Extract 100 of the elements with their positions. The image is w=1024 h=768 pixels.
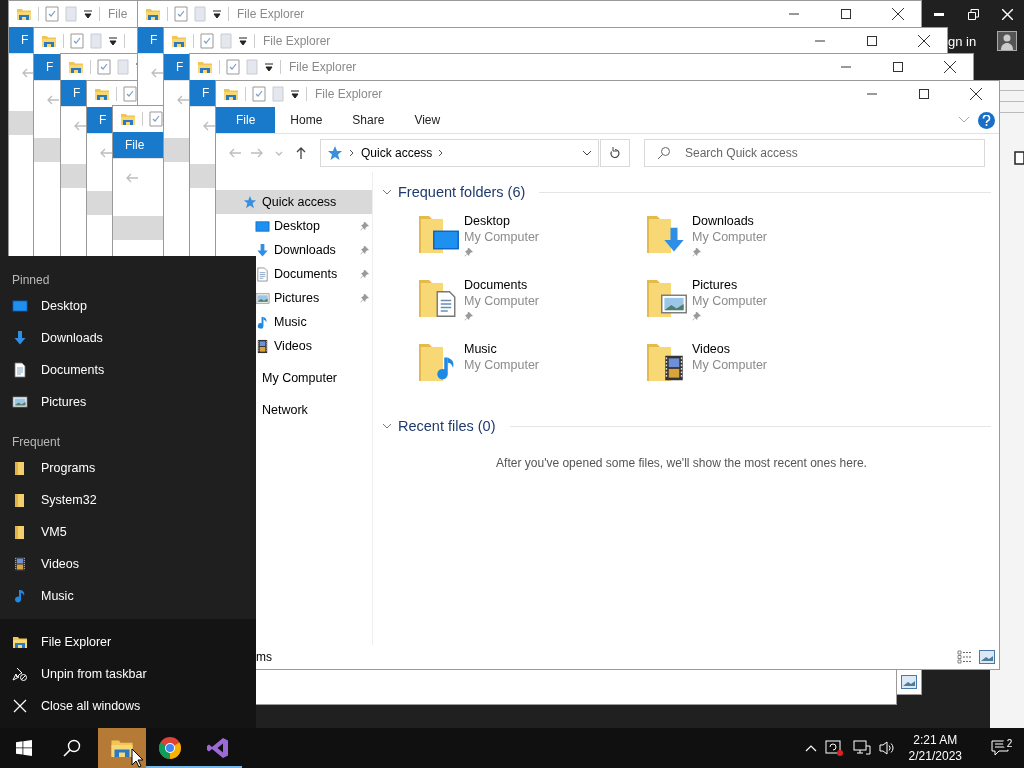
nav-item[interactable]: Quick access: [216, 190, 372, 214]
details-view-button[interactable]: [957, 650, 973, 664]
check-page-icon[interactable]: [149, 111, 163, 127]
cut-off-tab[interactable]: F: [190, 80, 216, 106]
jump-list-task[interactable]: Unpin from taskbar: [0, 658, 256, 690]
back-icon[interactable]: [21, 66, 35, 80]
check-page-icon[interactable]: [200, 33, 214, 49]
file-explorer-icon: [68, 59, 84, 75]
folder-name[interactable]: Music: [464, 341, 540, 357]
address-bar[interactable]: Quick access: [320, 139, 599, 167]
search-field[interactable]: Search Quick access: [644, 139, 985, 167]
nav-item[interactable]: Desktop: [216, 214, 372, 238]
jump-list-item[interactable]: VM5: [0, 516, 256, 548]
sign-in-link[interactable]: gn in: [948, 34, 977, 49]
tray-app-icon[interactable]: [824, 739, 845, 757]
back-icon[interactable]: [228, 146, 242, 160]
window-title: File Explorer: [315, 87, 383, 101]
jump-list-task[interactable]: File Explorer: [0, 626, 256, 658]
file-tab[interactable]: File: [113, 132, 164, 158]
details-view-icon: [957, 650, 973, 664]
monitor-icon: [255, 218, 270, 234]
back-icon[interactable]: [73, 119, 87, 133]
down-arrow-icon: [12, 330, 28, 346]
window-title: File: [108, 7, 128, 21]
ribbon-tab[interactable]: Share: [337, 107, 400, 133]
notification-button[interactable]: 2: [976, 740, 1024, 756]
window-title: File Explorer: [289, 60, 357, 74]
clock-date[interactable]: 2/21/2023: [908, 748, 962, 764]
collapse-caret-icon[interactable]: [382, 421, 392, 431]
picture-view-icon: [901, 675, 917, 689]
back-icon[interactable]: [176, 93, 190, 107]
taskbar-app[interactable]: [98, 728, 146, 768]
check-page-icon[interactable]: [123, 86, 137, 102]
status-text: ms: [256, 650, 272, 664]
show-hidden-icons-icon[interactable]: [804, 744, 817, 752]
jump-list-item[interactable]: Pictures: [0, 386, 256, 418]
cut-off-tab[interactable]: F: [9, 27, 34, 53]
back-icon[interactable]: [99, 146, 113, 160]
network-icon[interactable]: [852, 740, 871, 756]
expand-ribbon-icon[interactable]: [958, 116, 970, 124]
jump-list-item[interactable]: Videos: [0, 548, 256, 580]
breadcrumb[interactable]: Quick access: [361, 146, 433, 160]
star-icon: [243, 195, 257, 209]
folder-name[interactable]: Documents: [464, 277, 540, 293]
section-title[interactable]: Frequent folders (6): [398, 184, 526, 200]
customize-dropdown-icon[interactable]: [238, 36, 248, 46]
cut-off-tab[interactable]: F: [138, 27, 164, 53]
folder-name[interactable]: Desktop: [464, 213, 540, 229]
dropdown-caret-icon[interactable]: [582, 150, 592, 156]
collapse-caret-icon[interactable]: [382, 187, 392, 197]
jump-list-item[interactable]: Programs: [0, 452, 256, 484]
jump-list-item[interactable]: System32: [0, 484, 256, 516]
jump-list-item[interactable]: Downloads: [0, 322, 256, 354]
check-page-icon[interactable]: [45, 6, 59, 22]
clock-time[interactable]: 2:21 AM: [913, 732, 958, 748]
check-page-icon[interactable]: [252, 86, 266, 102]
cut-off-tab[interactable]: F: [34, 54, 61, 80]
jump-list-item[interactable]: Music: [0, 580, 256, 612]
back-icon[interactable]: [46, 93, 60, 107]
customize-dropdown-icon[interactable]: [264, 62, 274, 72]
section-title[interactable]: Recent files (0): [398, 418, 496, 434]
loop-logo-icon: [206, 736, 230, 760]
cut-off-tab[interactable]: F: [61, 80, 87, 106]
customize-dropdown-icon[interactable]: [212, 9, 222, 19]
refresh-button[interactable]: [600, 139, 630, 167]
file-explorer-icon: [120, 111, 136, 127]
search-icon: [657, 146, 671, 160]
ribbon-tab[interactable]: View: [399, 107, 456, 133]
folder-name[interactable]: Videos: [692, 341, 768, 357]
back-icon[interactable]: [150, 66, 164, 80]
back-icon[interactable]: [125, 171, 139, 185]
minimize-icon: [934, 12, 944, 16]
customize-dropdown-icon[interactable]: [108, 36, 118, 46]
cut-off-tab[interactable]: F: [164, 54, 190, 80]
nav-item[interactable]: Downloads: [216, 238, 372, 262]
check-page-icon[interactable]: [226, 59, 240, 75]
check-page-icon[interactable]: [97, 59, 111, 75]
windows-logo-icon: [16, 740, 32, 756]
cut-off-tab[interactable]: F: [87, 107, 113, 133]
check-page-icon[interactable]: [174, 6, 188, 22]
folder-location: My Computer: [464, 229, 540, 245]
volume-icon[interactable]: [878, 740, 895, 756]
folder-location: My Computer: [692, 229, 768, 245]
jump-list-item[interactable]: Documents: [0, 354, 256, 386]
customize-dropdown-icon[interactable]: [290, 89, 300, 99]
help-icon[interactable]: [978, 111, 995, 129]
avatar-icon[interactable]: [997, 31, 1017, 51]
customize-dropdown-icon[interactable]: [83, 9, 93, 19]
back-icon[interactable]: [202, 119, 216, 133]
ribbon-tab[interactable]: File: [216, 107, 276, 133]
jump-list-task[interactable]: Close all windows: [0, 690, 256, 722]
forward-icon[interactable]: [250, 146, 264, 160]
ribbon-tab[interactable]: Home: [275, 107, 338, 133]
folder-name[interactable]: Pictures: [692, 277, 768, 293]
jump-list-item[interactable]: Desktop: [0, 290, 256, 322]
up-icon[interactable]: [294, 146, 308, 160]
large-icons-view-button[interactable]: [901, 675, 917, 689]
folder-name[interactable]: Downloads: [692, 213, 768, 229]
large-icons-view-button[interactable]: [979, 650, 995, 664]
check-page-icon[interactable]: [70, 33, 84, 49]
